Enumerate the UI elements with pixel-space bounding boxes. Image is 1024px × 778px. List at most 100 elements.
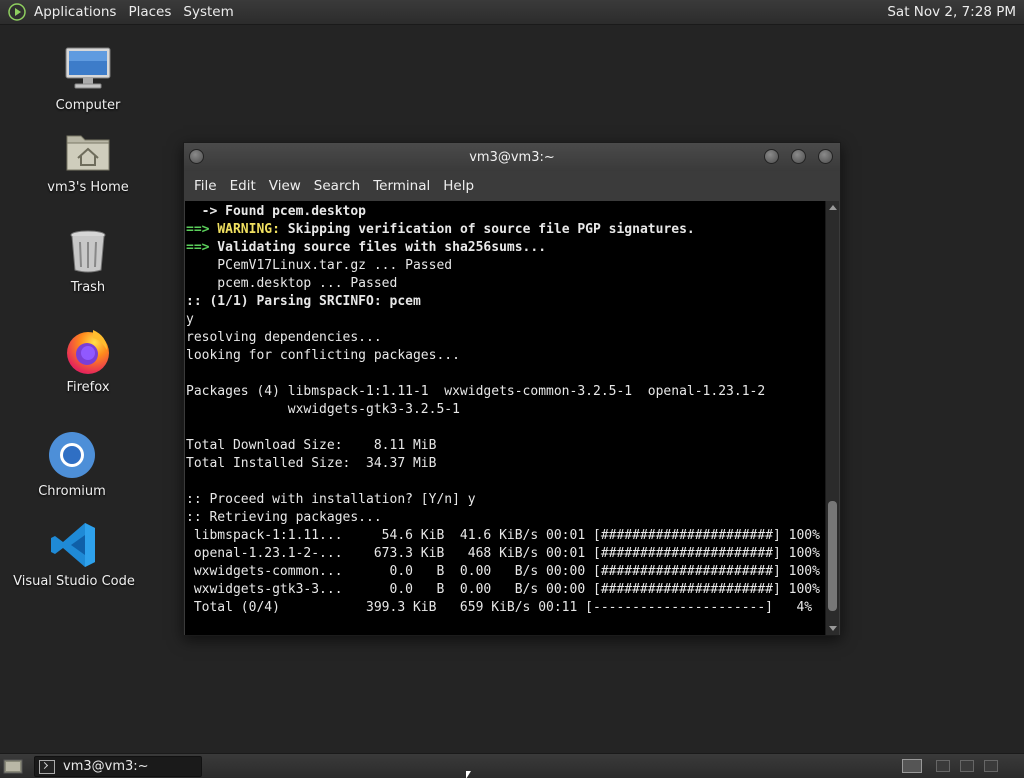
computer-icon	[65, 47, 111, 89]
desktop-computer[interactable]: Computer	[48, 44, 128, 113]
applications-logo-icon[interactable]	[8, 3, 26, 21]
terminal-line: ==> Validating source files with sha256s…	[186, 239, 826, 257]
taskbar-terminal-button[interactable]: vm3@vm3:~	[34, 756, 202, 777]
menu-system[interactable]: System	[177, 4, 239, 20]
terminal-line-text: :: (1/1) Parsing SRCINFO: pcem	[186, 294, 421, 309]
terminal-arrow-prefix: ==>	[186, 240, 210, 255]
minimize-button[interactable]	[764, 149, 779, 164]
terminal-line: :: Proceed with installation? [Y/n] y	[186, 491, 826, 509]
terminal-line-text: :: Retrieving packages...	[186, 510, 382, 525]
close-button[interactable]	[818, 149, 833, 164]
terminal-line-text: wxwidgets-gtk3-3.2.5-1	[186, 402, 460, 417]
terminal-line: Total (0/4) 399.3 KiB 659 KiB/s 00:11 [-…	[186, 599, 826, 617]
terminal-line: Packages (4) libmspack-1:1.11-1 wxwidget…	[186, 383, 826, 401]
mouse-cursor-icon	[466, 771, 471, 778]
terminal-line-text: WARNING: Skipping verification of source…	[217, 222, 695, 237]
chromium-icon	[49, 432, 95, 478]
terminal-line: ==> WARNING: Skipping verification of so…	[186, 221, 826, 239]
terminal-line: PCemV17Linux.tar.gz ... Passed	[186, 257, 826, 275]
menu-search[interactable]: Search	[308, 178, 366, 194]
window-menu-icon[interactable]	[189, 149, 204, 164]
terminal-line: wxwidgets-common... 0.0 B 0.00 B/s 00:00…	[186, 563, 826, 581]
terminal-line-text: Packages (4) libmspack-1:1.11-1 wxwidget…	[186, 384, 766, 399]
terminal-line-text: PCemV17Linux.tar.gz ... Passed	[186, 258, 453, 273]
terminal-line-text: Total Download Size: 8.11 MiB	[186, 438, 437, 453]
terminal-line-text: :: Proceed with installation? [Y/n] y	[186, 492, 476, 507]
desktop-icon-label: Firefox	[66, 380, 110, 395]
terminal-line-text: wxwidgets-gtk3-3... 0.0 B 0.00 B/s 00:00…	[186, 582, 820, 597]
top-panel: Applications Places System Sat Nov 2, 7:…	[0, 0, 1024, 25]
desktop-icon-label: Chromium	[38, 484, 106, 499]
menu-view[interactable]: View	[263, 178, 307, 194]
vscode-icon	[51, 523, 95, 567]
terminal-window[interactable]: vm3@vm3:~ File Edit View Search Terminal…	[183, 142, 841, 636]
scrollbar-thumb[interactable]	[828, 501, 837, 611]
terminal-line: -> Found pcem.desktop	[186, 203, 826, 221]
terminal-line-text: Total (0/4) 399.3 KiB 659 KiB/s 00:11 [-…	[186, 600, 813, 615]
menu-edit[interactable]: Edit	[224, 178, 262, 194]
menu-file[interactable]: File	[188, 178, 223, 194]
terminal-line-text: y	[186, 312, 194, 327]
terminal-line-text: openal-1.23.1-2-... 673.3 KiB 468 KiB/s …	[186, 546, 820, 561]
scroll-down-arrow-icon[interactable]	[829, 626, 837, 631]
terminal-scrollbar[interactable]	[825, 201, 839, 635]
home-folder-icon	[66, 135, 110, 171]
terminal-line: :: (1/1) Parsing SRCINFO: pcem	[186, 293, 826, 311]
taskbar-terminal-label: vm3@vm3:~	[63, 759, 149, 774]
terminal-line-text: wxwidgets-common... 0.0 B 0.00 B/s 00:00…	[186, 564, 820, 579]
terminal-line: resolving dependencies...	[186, 329, 826, 347]
terminal-line: pcem.desktop ... Passed	[186, 275, 826, 293]
workspace-3[interactable]	[960, 760, 974, 772]
menu-places[interactable]: Places	[122, 4, 177, 20]
bottom-panel: vm3@vm3:~	[0, 753, 1024, 778]
desktop-icon-label: vm3's Home	[47, 180, 129, 195]
terminal-line: Total Installed Size: 34.37 MiB	[186, 455, 826, 473]
terminal-line: libmspack-1:1.11... 54.6 KiB 41.6 KiB/s …	[186, 527, 826, 545]
terminal-line: wxwidgets-gtk3-3.2.5-1	[186, 401, 826, 419]
window-title: vm3@vm3:~	[469, 149, 555, 165]
menu-applications[interactable]: Applications	[28, 4, 122, 20]
window-titlebar[interactable]: vm3@vm3:~	[184, 143, 840, 171]
terminal-line: :: Retrieving packages...	[186, 509, 826, 527]
desktop-trash[interactable]: Trash	[48, 226, 128, 295]
terminal-line-text: pcem.desktop ... Passed	[186, 276, 398, 291]
terminal-icon	[39, 759, 55, 774]
show-desktop-icon[interactable]	[3, 758, 23, 775]
desktop-home-folder[interactable]: vm3's Home	[38, 126, 138, 195]
desktop-icon-label: Computer	[55, 98, 121, 113]
terminal-line: wxwidgets-gtk3-3... 0.0 B 0.00 B/s 00:00…	[186, 581, 826, 599]
trash-icon	[70, 230, 106, 273]
terminal-line-text: looking for conflicting packages...	[186, 348, 460, 363]
desktop-icon-label: Trash	[70, 280, 106, 295]
clock[interactable]: Sat Nov 2, 7:28 PM	[883, 0, 1020, 25]
desktop-chromium[interactable]: Chromium	[32, 430, 112, 499]
terminal-line: Total Download Size: 8.11 MiB	[186, 437, 826, 455]
firefox-icon	[67, 330, 109, 374]
desktop-firefox[interactable]: Firefox	[48, 326, 128, 395]
menu-terminal[interactable]: Terminal	[367, 178, 436, 194]
scroll-up-arrow-icon[interactable]	[829, 205, 837, 210]
terminal-line: y	[186, 311, 826, 329]
top-menu: Applications Places System	[0, 0, 240, 24]
terminal-menubar: File Edit View Search Terminal Help	[184, 171, 840, 201]
terminal-line: openal-1.23.1-2-... 673.3 KiB 468 KiB/s …	[186, 545, 826, 563]
terminal-output[interactable]: -> Found pcem.desktop ==> WARNING: Skippi…	[185, 201, 826, 635]
terminal-line-text: Total Installed Size: 34.37 MiB	[186, 456, 437, 471]
workspace-1[interactable]	[902, 759, 922, 773]
workspace-2[interactable]	[936, 760, 950, 772]
terminal-line: looking for conflicting packages...	[186, 347, 826, 365]
workspace-4[interactable]	[984, 760, 998, 772]
terminal-line-text: resolving dependencies...	[186, 330, 382, 345]
maximize-button[interactable]	[791, 149, 806, 164]
terminal-line-text: -> Found pcem.desktop	[186, 204, 367, 219]
terminal-line-text: Validating source files with sha256sums.…	[209, 240, 547, 255]
desktop-icon-label: Visual Studio Code	[13, 574, 135, 589]
desktop-vscode[interactable]: Visual Studio Code	[12, 520, 136, 589]
terminal-arrow-prefix: ==>	[186, 222, 210, 237]
menu-help[interactable]: Help	[437, 178, 480, 194]
terminal-line-text: libmspack-1:1.11... 54.6 KiB 41.6 KiB/s …	[186, 528, 820, 543]
warning-label: WARNING:	[217, 222, 280, 237]
